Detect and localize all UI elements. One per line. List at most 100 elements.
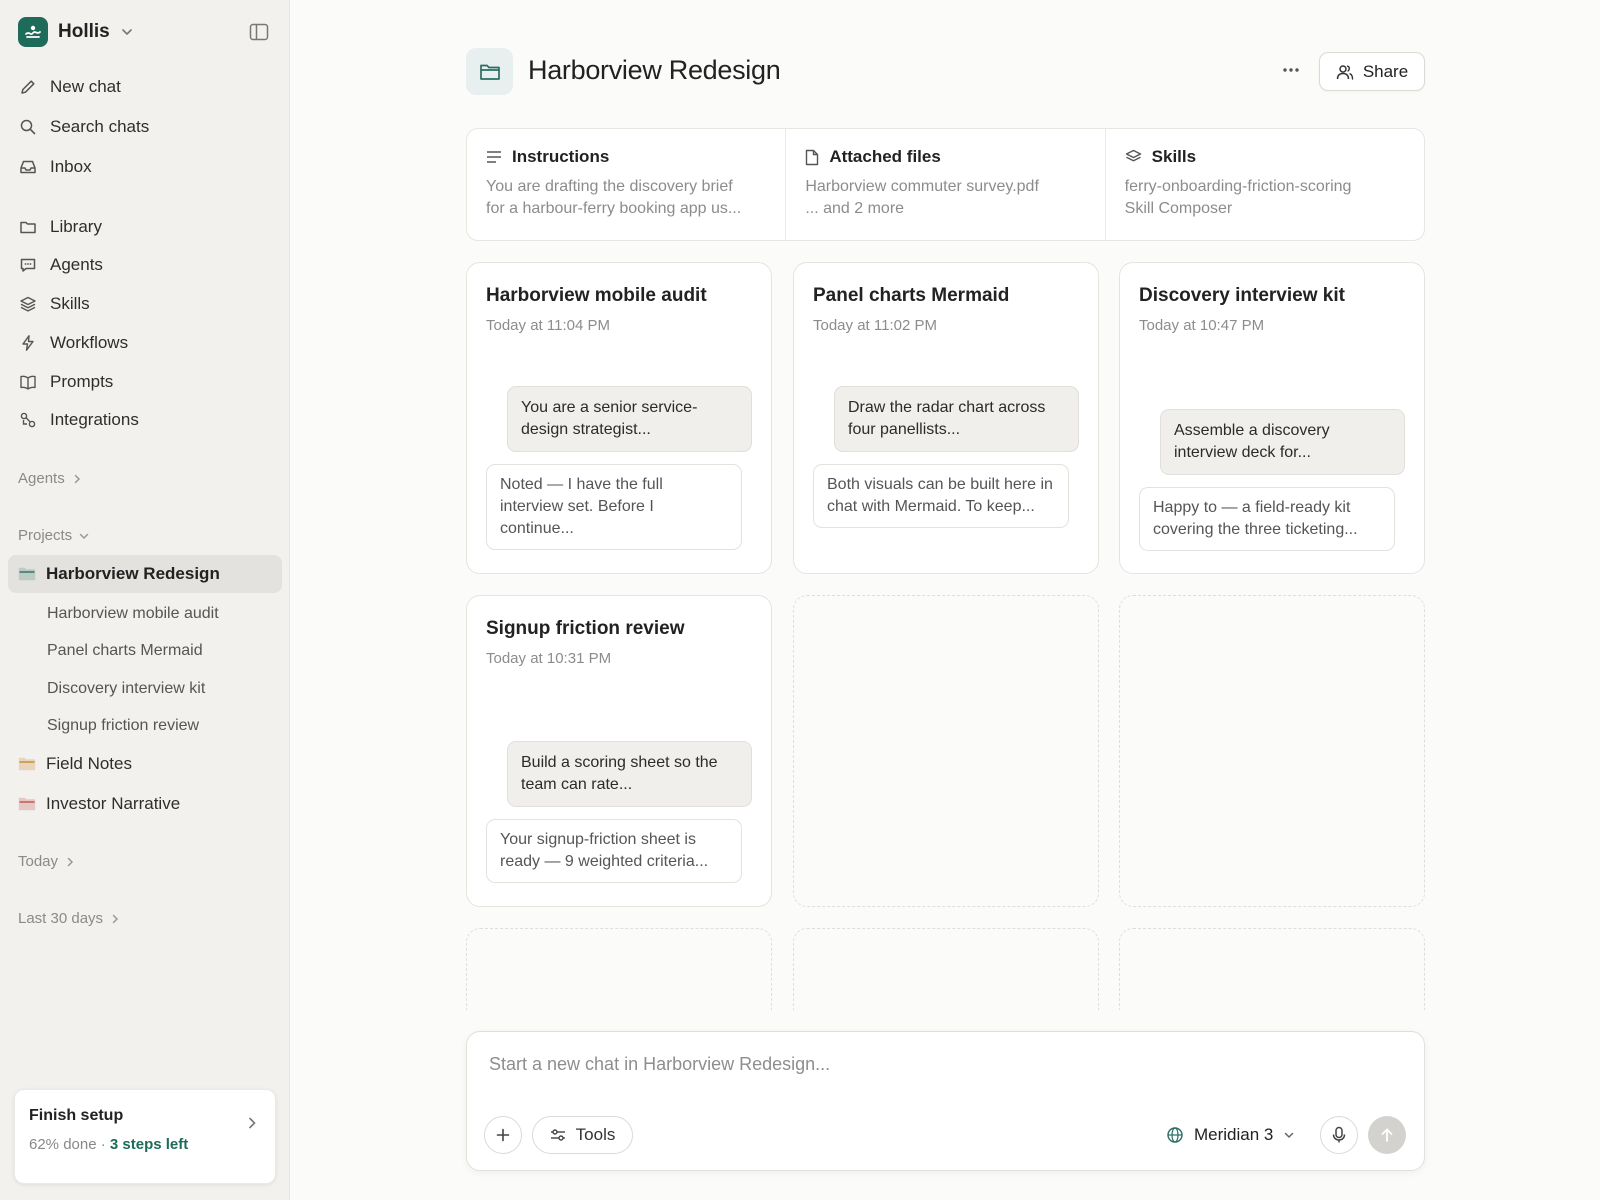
tools-label: Tools <box>575 1125 616 1144</box>
chat-card[interactable]: Panel charts Mermaid Today at 11:02 PM D… <box>793 262 1099 574</box>
folder-icon <box>18 217 38 237</box>
nav-label: Library <box>50 217 102 236</box>
setup-progress: 62% done · 3 steps left <box>29 1136 188 1153</box>
instructions-title: Instructions <box>512 147 610 166</box>
assistant-reply-preview: Happy to — a field-ready kit covering th… <box>1139 487 1395 551</box>
section-label-text: Projects <box>18 527 73 544</box>
share-label: Share <box>1362 61 1409 81</box>
chevron-down-icon <box>120 25 134 39</box>
instructions-section[interactable]: Instructions You are drafting the discov… <box>467 129 787 240</box>
attached-files-title: Attached files <box>829 147 941 166</box>
chat-time: Today at 11:02 PM <box>813 317 937 334</box>
brand-logo-icon <box>18 17 48 47</box>
chat-time: Today at 11:04 PM <box>486 317 610 334</box>
section-today[interactable]: Today <box>18 853 76 870</box>
chevron-down-icon <box>1283 1129 1295 1141</box>
chat-card[interactable]: Harborview mobile audit Today at 11:04 P… <box>466 262 772 574</box>
microphone-button[interactable] <box>1320 1116 1358 1154</box>
file-line: ... and 2 more <box>805 200 905 217</box>
chat-title: Harborview mobile audit <box>486 285 707 306</box>
nav-agents[interactable]: Agents <box>10 248 280 282</box>
lines-icon <box>486 150 502 164</box>
sidebar: Hollis New chat Search chats Inbox Libra… <box>0 0 290 1200</box>
setup-progress-text: 62% done <box>29 1136 97 1153</box>
section-label-text: Today <box>18 853 59 870</box>
arrow-up-icon <box>1380 1127 1394 1143</box>
nav-workflows[interactable]: Workflows <box>10 326 280 360</box>
new-chat-input[interactable] <box>489 1054 1389 1075</box>
model-selector[interactable]: Meridian 3 <box>1162 1116 1299 1154</box>
finish-setup-card[interactable]: Finish setup 62% done · 3 steps left <box>14 1089 276 1184</box>
section-last-30-days[interactable]: Last 30 days <box>18 910 121 927</box>
add-attachment-button[interactable] <box>484 1116 522 1154</box>
project-chat-item[interactable]: Panel charts Mermaid <box>47 642 203 660</box>
page-title: Harborview Redesign <box>528 55 781 85</box>
search-icon <box>18 117 38 137</box>
inbox-icon <box>18 157 38 177</box>
attached-files-section[interactable]: Attached files Harborview commuter surve… <box>786 129 1106 240</box>
layers-icon <box>18 294 38 314</box>
skill-line: ferry-onboarding-friction-scoring <box>1124 178 1352 195</box>
nav-label: Search chats <box>50 117 150 136</box>
section-label-text: Agents <box>18 470 65 487</box>
user-message-preview: You are a senior service-design strategi… <box>507 386 752 452</box>
project-harborview-redesign[interactable]: Harborview Redesign <box>8 555 282 593</box>
composer: Tools Meridian 3 <box>466 1031 1425 1171</box>
nav-label: Prompts <box>50 372 114 391</box>
section-agents[interactable]: Agents <box>18 470 83 487</box>
setup-steps-left: 3 steps left <box>109 1136 189 1153</box>
chevron-right-icon <box>109 913 121 925</box>
chat-title: Discovery interview kit <box>1139 285 1345 306</box>
chat-time: Today at 10:47 PM <box>1139 317 1265 334</box>
nav-label: Integrations <box>50 410 139 429</box>
nav-new-chat[interactable]: New chat <box>10 70 280 104</box>
layers-icon <box>1125 149 1142 165</box>
folder-icon <box>18 566 36 582</box>
project-chat-item[interactable]: Discovery interview kit <box>47 680 205 698</box>
project-chat-item[interactable]: Harborview mobile audit <box>47 605 219 623</box>
assistant-reply-preview: Noted — I have the full interview set. B… <box>486 464 742 550</box>
project-field-notes[interactable]: Field Notes <box>18 754 132 774</box>
project-chat-item[interactable]: Signup friction review <box>47 717 199 735</box>
chat-card[interactable]: Discovery interview kit Today at 10:47 P… <box>1119 262 1425 574</box>
nav-label: New chat <box>50 77 121 96</box>
book-icon <box>18 372 38 392</box>
user-message-preview: Assemble a discovery interview deck for.… <box>1160 409 1405 475</box>
sidebar-toggle-icon[interactable] <box>247 20 271 44</box>
skill-line: Skill Composer <box>1124 200 1233 217</box>
globe-icon <box>1166 1126 1184 1144</box>
workspace-switcher[interactable]: Hollis <box>18 17 134 47</box>
assistant-reply-preview: Both visuals can be built here in chat w… <box>813 464 1069 528</box>
microphone-icon <box>1332 1126 1346 1144</box>
nav-library[interactable]: Library <box>10 210 280 244</box>
skills-title: Skills <box>1151 147 1197 166</box>
user-message-preview: Draw the radar chart across four panelli… <box>834 386 1079 452</box>
chat-title: Signup friction review <box>486 618 685 639</box>
setup-title: Finish setup <box>29 1107 124 1124</box>
chat-bubble-icon <box>18 255 38 275</box>
folder-icon <box>18 756 36 772</box>
lightning-icon <box>18 333 38 353</box>
workspace-name: Hollis <box>58 21 110 42</box>
section-label-text: Last 30 days <box>18 910 104 927</box>
chevron-right-icon <box>71 473 83 485</box>
project-investor-narrative[interactable]: Investor Narrative <box>18 794 180 814</box>
nav-inbox[interactable]: Inbox <box>10 150 280 184</box>
nav-label: Agents <box>50 255 103 274</box>
nav-skills[interactable]: Skills <box>10 287 280 321</box>
section-projects[interactable]: Projects <box>18 527 90 544</box>
chat-card[interactable]: Signup friction review Today at 10:31 PM… <box>466 595 772 907</box>
nav-integrations[interactable]: Integrations <box>10 403 280 437</box>
tools-button[interactable]: Tools <box>532 1116 633 1154</box>
nav-label: Inbox <box>50 157 92 176</box>
skills-section[interactable]: Skills ferry-onboarding-friction-scoring… <box>1106 129 1424 240</box>
more-options-icon[interactable] <box>1276 55 1306 85</box>
setup-separator: · <box>96 1136 110 1153</box>
share-button[interactable]: Share <box>1319 52 1425 91</box>
sliders-icon <box>550 1128 566 1142</box>
nav-search-chats[interactable]: Search chats <box>10 110 280 144</box>
nav-prompts[interactable]: Prompts <box>10 365 280 399</box>
send-button[interactable] <box>1368 1116 1406 1154</box>
users-icon <box>1336 64 1354 80</box>
chat-title: Panel charts Mermaid <box>813 285 1010 306</box>
